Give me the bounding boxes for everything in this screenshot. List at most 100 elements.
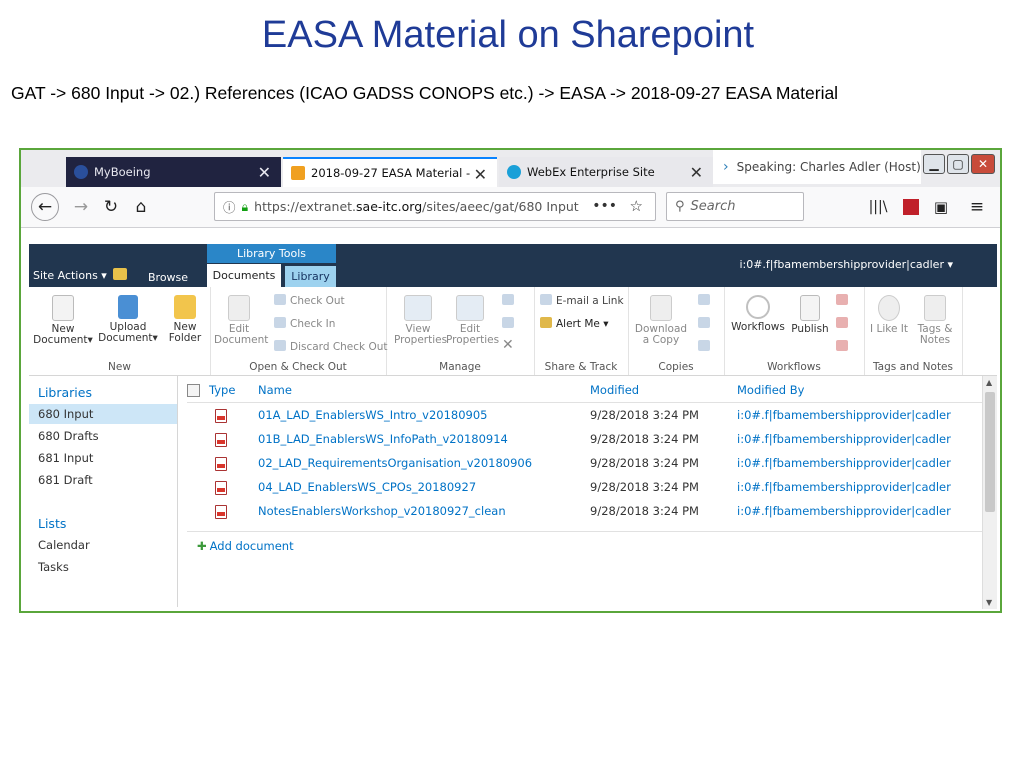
column-header-modified-by[interactable]: Modified By — [737, 383, 804, 397]
tags-notes-button[interactable]: Tags & Notes — [914, 295, 956, 346]
close-icon[interactable]: ✕ — [474, 165, 487, 184]
file-name-link[interactable]: NotesEnablersWorkshop_v20180927_clean — [258, 504, 506, 518]
publish-button[interactable]: Publish — [790, 295, 830, 335]
sidebar-icon[interactable]: ▣ — [927, 193, 955, 221]
delete-icon[interactable]: ✕ — [502, 337, 514, 353]
close-icon[interactable]: ✕ — [258, 163, 271, 182]
tab-browse[interactable]: Browse — [148, 271, 188, 284]
new-document-button[interactable]: New Document▾ — [33, 295, 93, 346]
url-bar[interactable]: ⓘ 🔒︎ https://extranet. sae-itc.org/sites/… — [214, 192, 656, 221]
home-button[interactable]: ⌂ — [127, 193, 155, 221]
scroll-up-icon[interactable]: ▲ — [986, 378, 992, 387]
lists-heading[interactable]: Lists — [38, 516, 66, 531]
new-folder-label: New Folder — [168, 321, 202, 344]
browser-screenshot: MyBoeing ✕ 2018-09-27 EASA Material - Al… — [19, 148, 1002, 613]
i-like-it-button[interactable]: I Like It — [870, 295, 908, 335]
send-to-icon[interactable] — [698, 294, 714, 307]
modified-by-link[interactable]: i:0#.f|fbamembershipprovider|cadler — [737, 456, 951, 470]
approve-reject-icon[interactable] — [836, 317, 852, 330]
forward-button[interactable]: → — [67, 193, 95, 221]
alert-icon — [540, 317, 552, 328]
vertical-scrollbar[interactable]: ▲ ▼ — [982, 376, 997, 609]
column-header-type[interactable]: Type — [209, 383, 235, 397]
tab-easa-material[interactable]: 2018-09-27 EASA Material - All ✕ — [283, 157, 497, 187]
menu-icon[interactable]: ≡ — [963, 193, 991, 221]
search-input[interactable]: ⚲ Search — [666, 192, 804, 221]
add-document-label: Add document — [209, 539, 294, 553]
plus-icon: ✚ — [197, 539, 207, 553]
workflows-button[interactable]: Workflows — [730, 295, 786, 333]
modified-by-link[interactable]: i:0#.f|fbamembershipprovider|cadler — [737, 504, 951, 518]
navigate-up-icon[interactable] — [113, 268, 127, 280]
table-row[interactable]: NotesEnablersWorkshop_v20180927_clean 9/… — [187, 500, 985, 524]
edit-properties-button[interactable]: Edit Properties — [446, 295, 499, 346]
nav-item-680-input[interactable]: 680 Input — [38, 407, 93, 421]
reload-button[interactable]: ↻ — [97, 193, 125, 221]
discard-check-out-button[interactable]: Discard Check Out — [274, 340, 388, 353]
bookmark-star-icon[interactable]: ☆ — [630, 197, 643, 215]
check-out-button[interactable]: Check Out — [274, 294, 345, 307]
maximize-button[interactable]: ▢ — [947, 154, 969, 174]
edit-document-label: Edit Document — [214, 323, 269, 346]
edit-document-button[interactable]: Edit Document — [214, 295, 268, 346]
ribbon-group-new: New Document▾ Upload Document▾ New Folde… — [29, 287, 211, 375]
site-actions-menu[interactable]: Site Actions ▾ — [33, 269, 107, 282]
view-properties-button[interactable]: View Properties — [394, 295, 447, 346]
info-icon[interactable]: ⓘ — [223, 197, 236, 216]
column-header-modified[interactable]: Modified — [590, 383, 639, 397]
table-row[interactable]: 01B_LAD_EnablersWS_InfoPath_v20180914 9/… — [187, 428, 985, 452]
add-document-link[interactable]: ✚ Add document — [197, 539, 294, 553]
file-name-link[interactable]: 01B_LAD_EnablersWS_InfoPath_v20180914 — [258, 432, 508, 446]
user-menu[interactable]: i:0#.f|fbamembershipprovider|cadler ▾ — [739, 258, 953, 271]
go-to-source-icon[interactable] — [698, 340, 714, 353]
libraries-heading[interactable]: Libraries — [38, 385, 92, 400]
tab-myboeing[interactable]: MyBoeing ✕ — [66, 157, 281, 187]
email-link-button[interactable]: E-mail a Link — [540, 294, 624, 307]
manage-copies-icon[interactable] — [698, 317, 714, 330]
nav-item-calendar[interactable]: Calendar — [38, 538, 90, 552]
back-button[interactable]: ← — [31, 193, 59, 221]
nav-item-680-drafts[interactable]: 680 Drafts — [38, 429, 99, 443]
pdf-icon[interactable] — [897, 193, 925, 221]
email-icon — [540, 294, 552, 305]
scrollbar-thumb[interactable] — [985, 392, 995, 512]
file-name-link[interactable]: 04_LAD_EnablersWS_CPOs_20180927 — [258, 480, 476, 494]
nav-item-681-draft[interactable]: 681 Draft — [38, 473, 93, 487]
check-out-label: Check Out — [290, 295, 345, 307]
pdf-file-icon — [215, 505, 227, 519]
table-row[interactable]: 02_LAD_RequirementsOrganisation_v2018090… — [187, 452, 985, 476]
close-icon[interactable]: ✕ — [690, 163, 703, 182]
cancel-approval-icon[interactable] — [836, 340, 852, 353]
scroll-down-icon[interactable]: ▼ — [986, 598, 992, 607]
download-icon — [650, 295, 672, 321]
download-copy-button[interactable]: Download a Copy — [632, 295, 690, 346]
close-window-button[interactable]: ✕ — [971, 154, 995, 174]
nav-item-tasks[interactable]: Tasks — [38, 560, 69, 574]
more-actions-icon[interactable]: ••• — [592, 198, 617, 214]
group-label: New — [108, 361, 131, 373]
upload-document-button[interactable]: Upload Document▾ — [97, 295, 159, 344]
file-name-link[interactable]: 01A_LAD_EnablersWS_Intro_v20180905 — [258, 408, 488, 422]
library-icon[interactable]: |||\ — [864, 193, 892, 221]
column-header-name[interactable]: Name — [258, 383, 292, 397]
modified-by-link[interactable]: i:0#.f|fbamembershipprovider|cadler — [737, 408, 951, 422]
nav-item-681-input[interactable]: 681 Input — [38, 451, 93, 465]
tab-library[interactable]: Library — [285, 266, 336, 287]
version-history-icon[interactable] — [502, 294, 518, 307]
new-folder-button[interactable]: New Folder — [165, 295, 205, 344]
table-row[interactable]: 04_LAD_EnablersWS_CPOs_20180927 9/28/201… — [187, 476, 985, 500]
select-all-checkbox[interactable] — [187, 384, 200, 397]
tab-documents[interactable]: Documents — [207, 264, 281, 287]
modified-by-link[interactable]: i:0#.f|fbamembershipprovider|cadler — [737, 480, 951, 494]
minimize-button[interactable]: ▁ — [923, 154, 945, 174]
modified-by-link[interactable]: i:0#.f|fbamembershipprovider|cadler — [737, 432, 951, 446]
file-name-link[interactable]: 02_LAD_RequirementsOrganisation_v2018090… — [258, 456, 532, 470]
search-icon: ⚲ — [675, 199, 685, 214]
document-permissions-icon[interactable] — [502, 317, 518, 330]
alert-me-button[interactable]: Alert Me ▾ — [540, 317, 608, 330]
table-row[interactable]: 01A_LAD_EnablersWS_Intro_v20180905 9/28/… — [187, 404, 985, 428]
check-in-button[interactable]: Check In — [274, 317, 335, 330]
check-out-icon — [274, 294, 286, 305]
tab-webex[interactable]: WebEx Enterprise Site ✕ — [499, 157, 713, 187]
unpublish-icon[interactable] — [836, 294, 852, 307]
